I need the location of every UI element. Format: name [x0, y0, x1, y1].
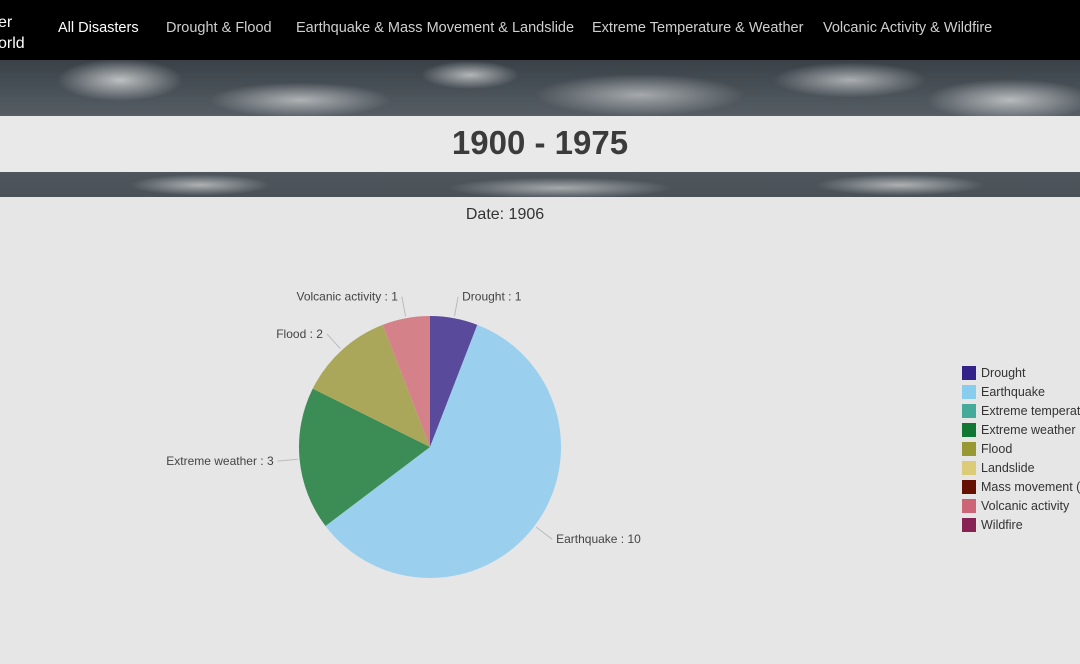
brand-line-2: orld: [0, 35, 25, 52]
pie-leader-line: [326, 333, 341, 350]
legend-item-extreme-temperature[interactable]: Extreme temperature: [962, 401, 1080, 420]
legend-label: Drought: [981, 365, 1026, 380]
legend-swatch: [962, 403, 976, 418]
pie-label-drought: Drought : 1: [462, 290, 522, 304]
nav-extreme-temperature-weather[interactable]: Extreme Temperature & Weather: [592, 20, 803, 36]
pie-label-volcanic-activity: Volcanic activity : 1: [296, 290, 398, 304]
nav-earthquake-mass-movement-landslide[interactable]: Earthquake & Mass Movement & Landslide: [296, 20, 574, 36]
legend-swatch: [962, 460, 976, 475]
legend-label: Mass movement (dry): [981, 479, 1080, 494]
legend-item-wildfire[interactable]: Wildfire: [962, 515, 1080, 534]
chart-title: Date: 1906: [465, 206, 545, 223]
legend-swatch: [962, 479, 976, 494]
pie-label-earthquake: Earthquake : 10: [556, 532, 641, 546]
year-range-title: 1900 - 1975: [451, 124, 629, 161]
brand-line-1: er: [0, 14, 13, 31]
legend-swatch: [962, 441, 976, 456]
legend-item-drought[interactable]: Drought: [962, 363, 1080, 382]
site-brand[interactable]: er orld: [0, 12, 25, 54]
legend-swatch: [962, 498, 976, 513]
pie-leader-line: [535, 526, 553, 540]
nav-all-disasters[interactable]: All Disasters: [58, 20, 139, 36]
legend-swatch: [962, 365, 976, 380]
legend-label: Earthquake: [981, 384, 1045, 399]
nav-drought-flood[interactable]: Drought & Flood: [166, 20, 272, 36]
legend-item-volcanic-activity[interactable]: Volcanic activity: [962, 496, 1080, 515]
pie-leader-line: [453, 296, 459, 317]
legend-label: Flood: [981, 441, 1013, 456]
legend-swatch: [962, 517, 976, 532]
nav-volcanic-activity-wildfire[interactable]: Volcanic Activity & Wildfire: [823, 20, 992, 36]
legend-swatch: [962, 422, 976, 437]
legend-label: Extreme weather: [981, 422, 1076, 437]
legend-item-flood[interactable]: Flood: [962, 439, 1080, 458]
legend-swatch: [962, 384, 976, 399]
legend-label: Wildfire: [981, 517, 1023, 532]
pie-label-flood: Flood : 2: [276, 327, 323, 341]
header-banner: 1900 - 1975: [0, 60, 1080, 197]
pie-label-extreme-weather: Extreme weather : 3: [166, 454, 274, 468]
legend-item-landslide[interactable]: Landslide: [962, 458, 1080, 477]
pie-chart: Drought : 1 Earthquake : 10 Extreme weathe…: [166, 290, 641, 578]
pie-leader-line: [401, 296, 407, 317]
legend-label: Volcanic activity: [981, 498, 1070, 513]
legend-item-extreme-weather[interactable]: Extreme weather: [962, 420, 1080, 439]
legend-label: Landslide: [981, 460, 1035, 475]
chart-legend: Drought Earthquake Extreme temperature Extr…: [962, 363, 1080, 534]
legend-label: Extreme temperature: [981, 403, 1080, 418]
navbar: er orld All Disasters Drought & Flood Ea…: [0, 0, 1080, 60]
pie-leader-line: [277, 458, 298, 462]
legend-item-mass-movement-dry[interactable]: Mass movement (dry): [962, 477, 1080, 496]
legend-item-earthquake[interactable]: Earthquake: [962, 382, 1080, 401]
